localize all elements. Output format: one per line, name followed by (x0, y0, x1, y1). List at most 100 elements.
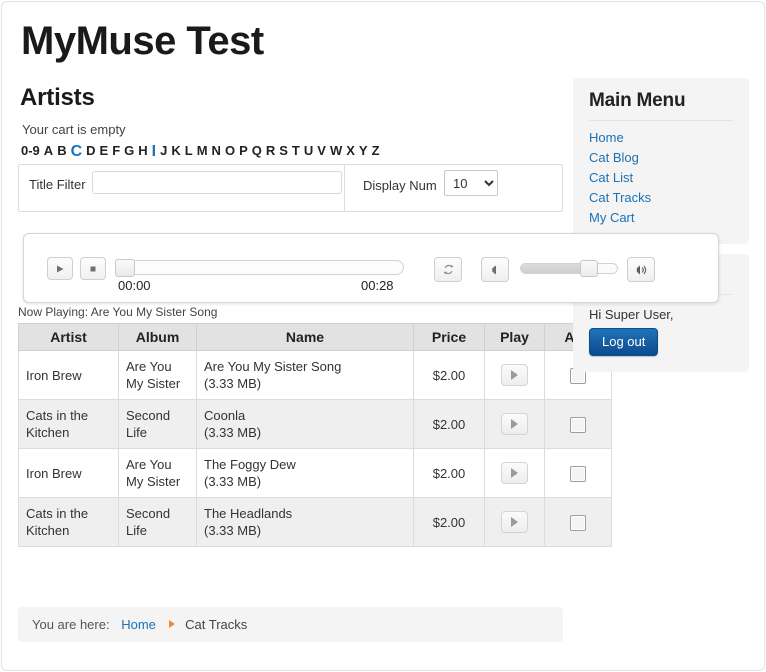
track-name: Coonla (204, 408, 246, 423)
alpha-index-item-w: W (329, 143, 343, 158)
alpha-index-item-p: P (239, 143, 248, 158)
row-play-button[interactable] (501, 364, 528, 386)
player-total-time: 00:28 (361, 278, 394, 293)
table-row: Cats in the Kitchen Second Life Coonla (3.3… (18, 399, 612, 449)
main-menu-list: Home Cat Blog Cat List Cat Tracks My Cart (589, 128, 733, 228)
player-volume-slider[interactable] (520, 260, 618, 277)
cell-album: Second Life (118, 399, 197, 449)
cell-album: Second Life (118, 497, 197, 547)
cell-name: The Headlands (3.33 MB) (196, 497, 414, 547)
alpha-index-item-k: K (171, 143, 181, 158)
cell-name: Coonla (3.33 MB) (196, 399, 414, 449)
stop-icon (90, 266, 96, 271)
alpha-index-item-z: Z (371, 143, 380, 158)
alpha-index-item-j: J (160, 143, 168, 158)
column-header-play: Play (484, 323, 545, 351)
player-stop-button[interactable] (80, 257, 106, 280)
track-name: Are You My Sister Song (204, 359, 342, 374)
column-header-name: Name (196, 323, 414, 351)
list-item: Home (589, 128, 733, 148)
player-play-button[interactable] (47, 257, 73, 280)
cell-name: Are You My Sister Song (3.33 MB) (196, 350, 414, 400)
column-header-price: Price (413, 323, 485, 351)
cell-add (544, 399, 612, 449)
alpha-index-item-o: O (224, 143, 236, 158)
breadcrumb-link-home[interactable]: Home (121, 617, 156, 632)
sidebar-item-cat-list[interactable]: Cat List (589, 170, 633, 185)
display-num-label: Display Num (363, 178, 437, 193)
volume-handle[interactable] (580, 260, 598, 277)
cell-play (484, 497, 545, 547)
alpha-index-item-s: S (279, 143, 288, 158)
cell-play (484, 399, 545, 449)
breadcrumb-current: Cat Tracks (185, 617, 248, 632)
cart-status: Your cart is empty (22, 122, 126, 137)
alpha-index-item-x: X (346, 143, 355, 158)
list-item: My Cart (589, 208, 733, 228)
player-mute-button[interactable] (481, 257, 509, 282)
logout-button[interactable]: Log out (589, 328, 659, 356)
alpha-index: 0-9 A B C D E F G H I J K L M N O P Q R S T U V W X Y Z (21, 143, 563, 160)
sidebar-item-cat-tracks[interactable]: Cat Tracks (589, 190, 651, 205)
alpha-index-item-y: Y (358, 143, 368, 158)
play-icon (57, 265, 64, 272)
alpha-index-item-m: M (196, 143, 208, 158)
cell-name: The Foggy Dew (3.33 MB) (196, 448, 414, 498)
sidebar-item-my-cart[interactable]: My Cart (589, 210, 635, 225)
row-play-button[interactable] (501, 462, 528, 484)
player-seek-slider[interactable] (115, 259, 404, 277)
track-name: The Foggy Dew (204, 457, 296, 472)
alpha-index-item-q: Q (251, 143, 262, 158)
display-num-select[interactable]: 5101520253050100All (444, 170, 498, 196)
cell-add (544, 448, 612, 498)
add-to-cart-checkbox[interactable] (570, 465, 586, 482)
list-item: Cat List (589, 168, 733, 188)
alpha-index-item-a: A (43, 143, 54, 158)
alpha-index-item-0-9: 0-9 (21, 143, 40, 158)
arrow-right-icon (169, 616, 175, 631)
list-item: Cat Blog (589, 148, 733, 168)
track-name: The Headlands (204, 506, 293, 521)
add-to-cart-checkbox[interactable] (570, 416, 586, 433)
seek-handle[interactable] (115, 259, 135, 277)
player-volume-button[interactable] (627, 257, 655, 282)
alpha-index-item-v: V (317, 143, 326, 158)
page-title: Artists (20, 84, 95, 111)
cell-play (484, 350, 545, 400)
sidebar-item-cat-blog[interactable]: Cat Blog (589, 150, 639, 165)
alpha-index-item-h: H (138, 143, 148, 158)
add-to-cart-checkbox[interactable] (570, 514, 586, 531)
alpha-index-item-i[interactable]: I (150, 144, 158, 160)
seek-track (116, 260, 404, 275)
table-row: Iron Brew Are You My Sister The Foggy Dew (… (18, 448, 612, 498)
title-filter-input[interactable] (92, 171, 342, 194)
module-main-menu: Main Menu Home Cat Blog Cat List Cat Tracks… (573, 78, 749, 244)
cell-price: $2.00 (413, 497, 485, 547)
cell-album: Are You My Sister (118, 448, 197, 498)
player-loop-button[interactable] (434, 257, 462, 282)
list-item: Cat Tracks (589, 188, 733, 208)
table-row: Iron Brew Are You My Sister Are You My Sis… (18, 350, 612, 400)
alpha-index-item-c[interactable]: C (69, 144, 85, 160)
alpha-index-item-n: N (211, 143, 221, 158)
alpha-index-item-u: U (303, 143, 314, 158)
row-play-button[interactable] (501, 413, 528, 435)
audio-player: 00:00 00:28 (23, 233, 719, 303)
track-size: (3.33 MB) (204, 425, 262, 440)
site-title: MyMuse Test (21, 19, 264, 63)
row-play-button[interactable] (501, 511, 528, 533)
alpha-index-item-d: D (86, 143, 96, 158)
speaker-volume-icon (636, 265, 647, 274)
cell-price: $2.00 (413, 399, 485, 449)
filter-bar: Title Filter Display Num 510152025305010… (18, 164, 563, 212)
speaker-mute-icon (492, 265, 496, 274)
column-header-album: Album (118, 323, 197, 351)
cell-play (484, 448, 545, 498)
sidebar-item-home[interactable]: Home (589, 130, 624, 145)
breadcrumb: You are here: Home Cat Tracks (18, 607, 563, 642)
cell-price: $2.00 (413, 448, 485, 498)
loop-icon (443, 264, 453, 275)
track-size: (3.33 MB) (204, 376, 262, 391)
alpha-index-item-b: B (57, 143, 67, 158)
cell-artist: Cats in the Kitchen (18, 399, 119, 449)
